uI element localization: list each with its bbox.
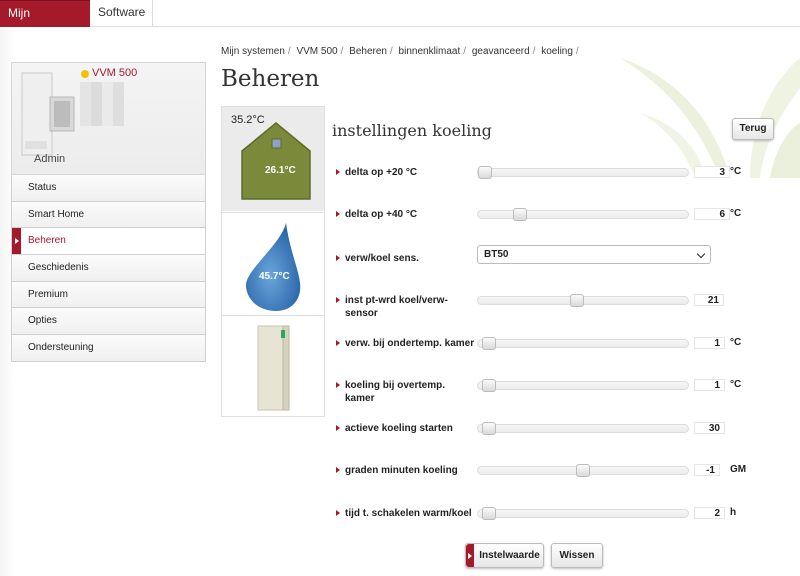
setting-slider[interactable] bbox=[477, 379, 689, 392]
breadcrumb-item[interactable]: Mijn systemen bbox=[221, 46, 285, 57]
setting-value: 1 bbox=[694, 337, 725, 349]
sensor-select[interactable]: BT50 bbox=[477, 245, 711, 264]
side-menu: Status Smart Home Beheren Geschiedenis P… bbox=[11, 175, 206, 362]
setting-row: delta op +40 °C 6 °C bbox=[336, 208, 786, 238]
slider-thumb[interactable] bbox=[482, 337, 496, 350]
setting-slider[interactable] bbox=[477, 208, 689, 221]
setting-row: verw/koel sens. BT50 bbox=[336, 245, 786, 282]
device-blurred-info bbox=[80, 82, 124, 126]
back-button[interactable]: Terug bbox=[732, 118, 774, 140]
setting-row: graden minuten koeling -1 GM bbox=[336, 464, 786, 494]
setting-unit: h bbox=[730, 507, 737, 518]
slider-thumb[interactable] bbox=[482, 507, 496, 520]
outdoor-temperature: 35.2°C bbox=[231, 114, 265, 126]
menu-item-premium[interactable]: Premium bbox=[11, 281, 206, 309]
setting-row: inst pt-wrd koel/verw-sensor 21 bbox=[336, 294, 786, 324]
setting-label: koeling bij overtemp. kamer bbox=[345, 380, 446, 404]
setting-slider[interactable] bbox=[477, 294, 689, 307]
setting-label: inst pt-wrd koel/verw-sensor bbox=[345, 295, 448, 319]
breadcrumb-item[interactable]: geavanceerd bbox=[472, 46, 530, 57]
setting-unit: °C bbox=[730, 208, 742, 219]
device-user: Admin bbox=[34, 153, 66, 165]
setting-label: actieve koeling starten bbox=[345, 423, 453, 434]
slider-thumb[interactable] bbox=[482, 379, 496, 392]
arrow-icon bbox=[336, 425, 340, 431]
setting-slider[interactable] bbox=[477, 464, 689, 477]
setting-value: 21 bbox=[694, 294, 724, 306]
heatpump-image-icon bbox=[21, 72, 75, 156]
setting-slider[interactable] bbox=[477, 166, 689, 179]
setting-label: tijd t. schakelen warm/koel bbox=[345, 508, 472, 519]
arrow-icon bbox=[336, 382, 340, 388]
breadcrumb-item[interactable]: VVM 500 bbox=[296, 46, 337, 57]
setting-unit: °C bbox=[730, 379, 742, 390]
breadcrumb-item[interactable]: Beheren bbox=[349, 46, 387, 57]
setting-slider[interactable] bbox=[477, 337, 689, 350]
status-image-column: 35.2°C 26.1°C 45.7°C bbox=[221, 106, 325, 417]
breadcrumb-item[interactable]: koeling bbox=[541, 46, 573, 57]
menu-item-smart-home[interactable]: Smart Home bbox=[11, 201, 206, 229]
setting-row: koeling bij overtemp. kamer 1 °C bbox=[336, 379, 786, 409]
arrow-icon bbox=[336, 510, 340, 516]
setting-value: 30 bbox=[694, 422, 725, 434]
house-icon bbox=[241, 122, 311, 200]
setting-value: -1 bbox=[694, 464, 720, 476]
setting-row: delta op +20 °C 3 °C bbox=[336, 166, 786, 196]
indoor-unit-icon bbox=[257, 325, 290, 411]
menu-item-beheren[interactable]: Beheren bbox=[11, 228, 206, 256]
setting-unit: °C bbox=[730, 166, 742, 177]
arrow-icon bbox=[336, 255, 340, 261]
setting-row: tijd t. schakelen warm/koel 2 h bbox=[336, 507, 786, 537]
menu-item-geschiedenis[interactable]: Geschiedenis bbox=[11, 255, 206, 282]
setting-value: 2 bbox=[694, 507, 725, 519]
chevron-down-icon bbox=[696, 249, 706, 259]
slider-thumb[interactable] bbox=[478, 166, 492, 179]
slider-thumb[interactable] bbox=[576, 464, 590, 477]
setting-unit: °C bbox=[730, 337, 742, 348]
leaves-decoration-icon bbox=[620, 58, 800, 178]
setting-label: delta op +20 °C bbox=[345, 167, 418, 178]
slider-thumb[interactable] bbox=[513, 208, 527, 221]
tab-mijn-systemen[interactable]: Mijn systemen bbox=[0, 0, 90, 45]
breadcrumb-item[interactable]: binnenklimaat bbox=[399, 46, 461, 57]
status-dot-icon bbox=[81, 70, 89, 78]
menu-item-ondersteuning[interactable]: Ondersteuning bbox=[11, 335, 206, 362]
arrow-icon bbox=[336, 211, 340, 217]
setting-slider[interactable] bbox=[477, 422, 689, 435]
menu-item-opties[interactable]: Opties bbox=[11, 308, 206, 336]
indoor-temperature: 26.1°C bbox=[265, 165, 296, 176]
sensor-select-value: BT50 bbox=[484, 249, 509, 260]
setting-label: delta op +40 °C bbox=[345, 209, 418, 220]
clear-button[interactable]: Wissen bbox=[551, 543, 603, 568]
setting-value: 1 bbox=[694, 379, 725, 391]
setting-unit: GM bbox=[730, 464, 747, 475]
top-navigation: Mijn systemen Software bbox=[0, 0, 800, 45]
unit-panel bbox=[222, 315, 324, 417]
set-value-button[interactable]: Instelwaarde bbox=[465, 543, 544, 568]
setting-value: 3 bbox=[694, 166, 730, 178]
arrow-icon bbox=[336, 340, 340, 346]
setting-value: 6 bbox=[694, 208, 730, 220]
page-title: Beheren bbox=[221, 66, 320, 92]
setting-label: graden minuten koeling bbox=[345, 465, 458, 476]
arrow-icon bbox=[336, 297, 340, 303]
slider-thumb[interactable] bbox=[482, 422, 496, 435]
setting-slider[interactable] bbox=[477, 507, 689, 520]
breadcrumb: Mijn systemen / VVM 500/ Beheren / binnenk… bbox=[221, 46, 579, 57]
water-drop-icon bbox=[245, 223, 301, 311]
setting-row: verw. bij ondertemp. kamer 1 °C bbox=[336, 337, 786, 367]
tab-software[interactable]: Software bbox=[90, 0, 153, 27]
setting-label: verw/koel sens. bbox=[345, 253, 419, 264]
slider-thumb[interactable] bbox=[570, 294, 584, 307]
arrow-icon bbox=[336, 467, 340, 473]
water-temperature: 45.7°C bbox=[259, 271, 290, 282]
section-title: instellingen koeling bbox=[332, 121, 492, 140]
device-name[interactable]: VVM 500 bbox=[92, 67, 137, 79]
setting-row: actieve koeling starten 30 bbox=[336, 422, 786, 452]
setting-label: verw. bij ondertemp. kamer bbox=[345, 338, 475, 349]
arrow-icon bbox=[336, 169, 340, 175]
water-panel bbox=[222, 212, 324, 315]
menu-item-status[interactable]: Status bbox=[11, 175, 206, 202]
